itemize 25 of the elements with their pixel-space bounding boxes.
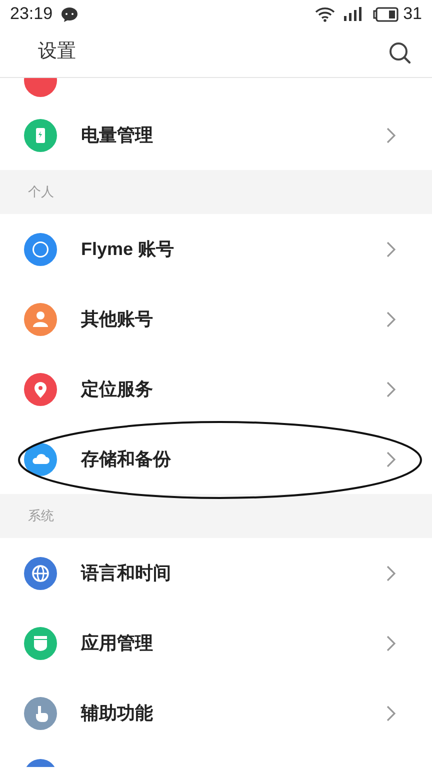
section-header: 个人 [28, 183, 54, 202]
chevron-icon [386, 634, 396, 652]
chevron-icon [386, 380, 396, 398]
page-title: 设置 [38, 40, 76, 64]
settings-item[interactable]: 应用管理 [0, 608, 432, 678]
settings-item[interactable]: 存储和备份 [0, 424, 432, 494]
search-icon[interactable] [388, 40, 412, 64]
settings-item[interactable]: 定位服务 [0, 354, 432, 424]
section-header: 系统 [28, 507, 54, 526]
settings-item[interactable]: 辅助功能 [0, 678, 432, 748]
chevron-icon [386, 240, 396, 258]
wifi-icon [315, 6, 336, 22]
chevron-icon [386, 704, 396, 722]
chevron-icon [386, 310, 396, 328]
settings-item[interactable]: 语言和时间 [0, 538, 432, 608]
chevron-icon [386, 564, 396, 582]
battery-icon [373, 6, 400, 22]
settings-item[interactable]: Flyme 账号 [0, 214, 432, 284]
settings-item[interactable]: 其他账号 [0, 284, 432, 354]
chevron-icon [386, 450, 396, 468]
battery-level-text: 31 [403, 3, 422, 26]
chevron-icon [386, 126, 396, 144]
settings-item[interactable]: 电量管理 [0, 100, 432, 170]
chat-bubble-icon [60, 6, 78, 22]
status-time: 23:19 [10, 3, 53, 26]
